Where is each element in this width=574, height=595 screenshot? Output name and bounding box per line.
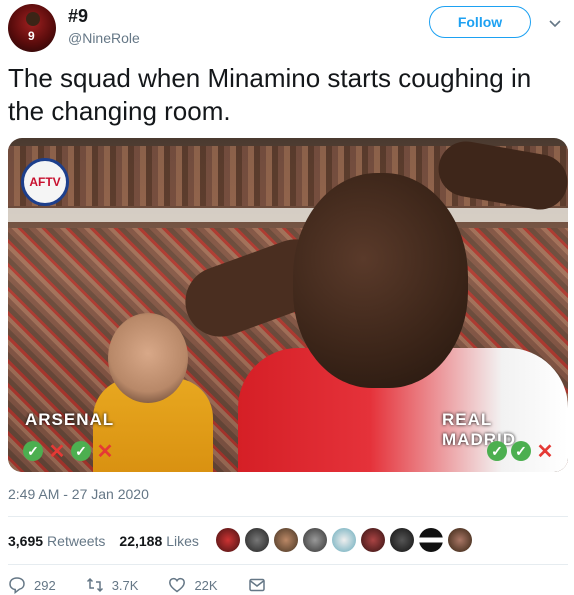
avatar[interactable]	[274, 528, 298, 552]
avatar[interactable]	[419, 528, 443, 552]
avatar[interactable]	[448, 528, 472, 552]
retweet-button[interactable]: 3.7K	[86, 576, 139, 594]
like-button[interactable]: 22K	[168, 576, 218, 594]
avatar-number: 9	[28, 29, 35, 43]
avatar[interactable]	[216, 528, 240, 552]
tweet-timestamp[interactable]: 2:49 AM - 27 Jan 2020	[8, 486, 149, 502]
check-icon: ✓	[511, 441, 531, 461]
aftv-logo: AFTV	[21, 158, 69, 206]
left-team-label: ARSENAL	[25, 410, 115, 429]
avatar[interactable]	[245, 528, 269, 552]
retweet-count: 3.7K	[111, 577, 139, 593]
tweet-text: The squad when Minamino starts coughing …	[8, 63, 532, 126]
divider	[8, 564, 568, 565]
heart-icon	[169, 577, 186, 593]
stadium-band	[8, 208, 568, 222]
cross-icon: ✕	[96, 440, 114, 463]
chevron-down-icon[interactable]	[548, 16, 562, 30]
retweets-label[interactable]: Retweets	[47, 533, 105, 549]
avatar[interactable]	[390, 528, 414, 552]
check-icon: ✓	[487, 441, 507, 461]
avatar[interactable]	[361, 528, 385, 552]
message-button[interactable]	[248, 576, 274, 594]
check-icon: ✓	[71, 441, 91, 461]
retweet-icon	[86, 577, 103, 593]
display-name[interactable]: #9	[68, 6, 88, 27]
reply-count: 292	[34, 577, 56, 593]
likes-count[interactable]: 22,188	[119, 533, 162, 549]
envelope-icon	[248, 578, 265, 592]
reply-button[interactable]: 292	[8, 576, 56, 594]
tweet-stats: 3,695 Retweets 22,188 Likes	[8, 528, 213, 554]
avatar[interactable]	[332, 528, 356, 552]
retweets-count[interactable]: 3,695	[8, 533, 43, 549]
user-handle[interactable]: @NineRole	[68, 30, 140, 46]
likes-label[interactable]: Likes	[166, 533, 199, 549]
cross-icon: ✕	[48, 440, 66, 463]
left-score-marks: ✓ ✕ ✓ ✕	[23, 440, 115, 463]
like-count: 22K	[194, 577, 218, 593]
tweet-media[interactable]: AFTV ARSENAL REAL MADRID ✓ ✕ ✓ ✕ ✓ ✓ ✕	[8, 138, 568, 472]
follow-button[interactable]: Follow	[429, 6, 531, 38]
man-head	[293, 173, 468, 388]
avatar-head	[26, 12, 40, 26]
liker-avatars	[216, 528, 472, 552]
avatar[interactable]: 9	[8, 4, 56, 52]
divider	[8, 516, 568, 517]
cross-icon: ✕	[536, 440, 554, 463]
tweet-actions: 292 3.7K 22K	[8, 576, 304, 594]
fan-woman	[108, 313, 188, 403]
right-score-marks: ✓ ✓ ✕	[487, 440, 555, 463]
check-icon: ✓	[23, 441, 43, 461]
tweet-header: 9 #9 @NineRole Follow	[8, 4, 568, 54]
reply-icon	[9, 577, 25, 594]
avatar[interactable]	[303, 528, 327, 552]
